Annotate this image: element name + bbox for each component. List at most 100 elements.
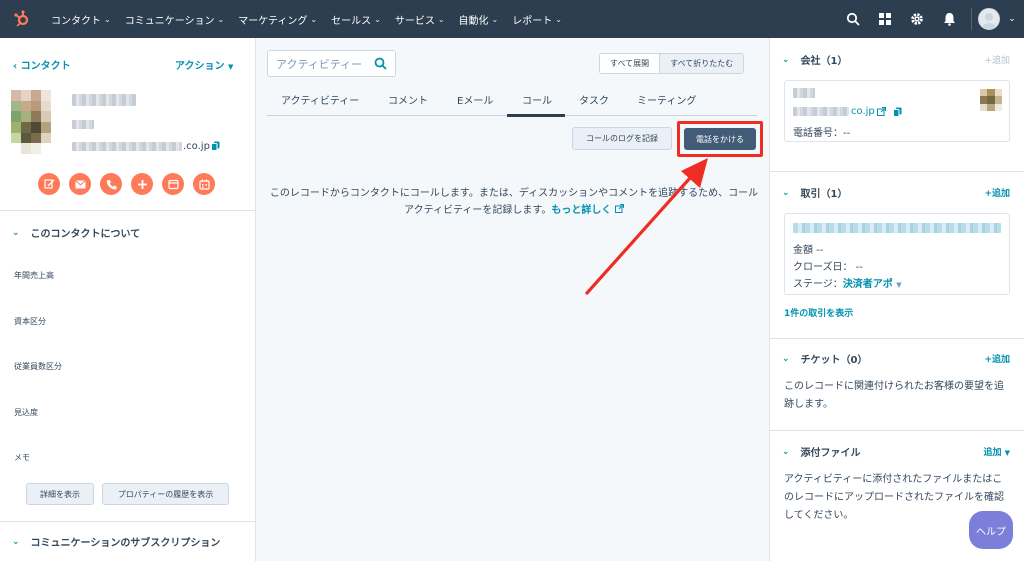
attachments-section-header[interactable]: ⌄ 添付ファイル [782,444,861,460]
make-call-button[interactable]: 電話をかける [684,128,756,150]
activity-panel: アクティビティー すべて展開 すべて折りたたむ アクティビティー コメント Eメ… [257,38,768,561]
calls-empty-description: このレコードからコンタクトにコールします。または、ディスカッションやコメントを追… [269,185,759,219]
collapse-all-button[interactable]: すべて折りたたむ [659,54,744,73]
deal-card[interactable]: 金額 -- クローズ日： -- ステージ：決済者アポ ▼ [784,213,1010,295]
copy-icon[interactable] [893,107,902,120]
company-domain-link[interactable]: co.jp [851,106,875,117]
chevron-down-icon[interactable]: ⌄ [1000,0,1024,38]
envelope-icon [74,179,86,188]
deal-stage-value: 決済者アポ [842,279,893,290]
chevron-down-icon: ⌄ [437,14,445,24]
property-history-button[interactable]: プロパティーの履歴を表示 [102,483,229,505]
nav-reports[interactable]: レポート ⌄ [505,12,569,27]
bell-icon[interactable] [933,0,965,38]
property-memo[interactable]: メモ [14,452,30,463]
description-line-2: アクティビティーを記録します。 [404,205,552,216]
tab-email[interactable]: Eメール [457,92,493,107]
tab-activity[interactable]: アクティビティー [281,92,359,107]
add-deal-button[interactable]: +追加 [984,186,1010,199]
tab-meetings[interactable]: ミーティング [637,92,696,107]
expand-all-button[interactable]: すべて展開 [600,54,660,73]
view-details-label: 詳細を表示 [40,489,80,499]
company-phone: 電話番号：-- [793,128,851,139]
nav-marketing[interactable]: マーケティング ⌄ [231,12,324,27]
tab-tasks[interactable]: タスク [579,92,609,107]
activity-tabs: アクティビティー コメント Eメール コール タスク ミーティング [267,88,757,116]
deals-section-header[interactable]: ⌄ 取引（1） [782,185,848,201]
back-to-contacts-link[interactable]: ‹ コンタクト [13,57,71,72]
nav-conversations-label: コミュニケーション [124,15,215,27]
tab-comments[interactable]: コメント [388,92,428,107]
property-history-label: プロパティーの履歴を表示 [117,489,214,499]
tab-calls[interactable]: コール [522,92,552,107]
chevron-down-icon: ⌄ [782,446,790,457]
description-line-1: このレコードからコンタクトにコールします。または、ディスカッションやコメントを追… [269,188,759,199]
learn-more-label: もっと詳しく [551,205,612,216]
property-employee-range[interactable]: 従業員数区分 [14,361,62,372]
about-section-title: このコンタクトについて [30,229,141,240]
search-icon[interactable] [837,0,869,38]
learn-more-link[interactable]: もっと詳しく [551,204,624,216]
note-action-button[interactable] [38,173,60,195]
caret-down-icon: ▼ [1004,449,1010,457]
actions-dropdown[interactable]: アクション ▼ [175,57,233,72]
property-capital-type[interactable]: 資本区分 [14,316,46,327]
hubspot-logo-icon[interactable] [0,0,44,38]
help-button[interactable]: ヘルプ [969,511,1013,549]
nav-contacts[interactable]: コンタクト ⌄ [44,12,118,27]
company-domain-suffix: co.jp [851,106,875,117]
nav-utilities: ⌄ [837,0,1024,38]
view-deals-link[interactable]: 1件の取引を表示 [784,306,853,319]
tickets-description-line-2: 跡します。 [784,399,833,410]
email-action-button[interactable] [69,173,91,195]
more-action-button[interactable] [131,173,153,195]
add-ticket-button[interactable]: +追加 [984,352,1010,365]
nav-automation[interactable]: 自動化 ⌄ [452,12,506,27]
gear-icon[interactable] [901,0,933,38]
contact-title-redacted [72,120,94,129]
external-link-icon[interactable] [877,107,886,119]
nav-divider [971,8,972,30]
add-attachment-dropdown[interactable]: 追加 ▼ [983,445,1010,458]
contact-email-redacted [72,142,182,151]
log-call-button[interactable]: コールのログを記録 [572,127,672,150]
help-label: ヘルプ [976,526,1006,538]
activity-search-input[interactable]: アクティビティー [267,50,396,77]
highlight-box: 電話をかける [677,121,763,157]
nav-marketing-label: マーケティング [238,15,308,27]
chevron-down-icon: ⌄ [374,14,381,24]
chevron-down-icon: ⌄ [104,14,111,24]
contact-quick-actions [38,173,215,195]
deal-amount: 金額 -- [793,245,824,256]
tickets-section-header[interactable]: ⌄ チケット（0） [782,351,868,367]
company-card[interactable]: co.jp 電話番号：-- [784,80,1010,142]
nav-service[interactable]: サービス ⌄ [388,12,452,27]
view-details-button[interactable]: 詳細を表示 [26,483,94,505]
avatar[interactable] [978,8,1000,30]
company-section-header[interactable]: ⌄ 会社（1） [782,52,848,68]
nav-conversations[interactable]: コミュニケーション ⌄ [118,12,232,27]
nav-automation-label: 自動化 [458,15,489,27]
section-divider [770,171,1024,172]
deal-stage-dropdown[interactable]: 決済者アポ ▼ [843,279,902,290]
meeting-action-button[interactable] [193,173,215,195]
about-section-header[interactable]: ⌄ このコンタクトについて [0,210,256,254]
contact-email-suffix[interactable]: .co.jp [183,141,210,152]
company-name-redacted [793,88,815,98]
property-annual-revenue[interactable]: 年間売上高 [14,270,54,281]
add-company-button[interactable]: +追加 [984,53,1010,66]
chevron-down-icon: ⌄ [310,14,318,24]
call-action-button[interactable] [100,173,122,195]
copy-icon[interactable] [211,141,220,154]
search-icon [374,57,387,73]
property-lead-status[interactable]: 見込度 [14,407,38,418]
search-placeholder: アクティビティー [276,57,363,71]
associations-sidebar: ⌄ 会社（1） +追加 co.jp 電話番号：-- ⌄ 取引（1） +追加 金額 -… [769,38,1024,561]
nav-sales[interactable]: セールス ⌄ [324,12,388,27]
subscriptions-section-header[interactable]: ⌄ コミュニケーションのサブスクリプション [0,521,256,561]
task-action-button[interactable] [162,173,184,195]
actions-label: アクション [175,61,225,72]
attachments-section-title: 添付ファイル [800,448,861,459]
section-divider [770,338,1024,339]
marketplace-icon[interactable] [869,0,901,38]
